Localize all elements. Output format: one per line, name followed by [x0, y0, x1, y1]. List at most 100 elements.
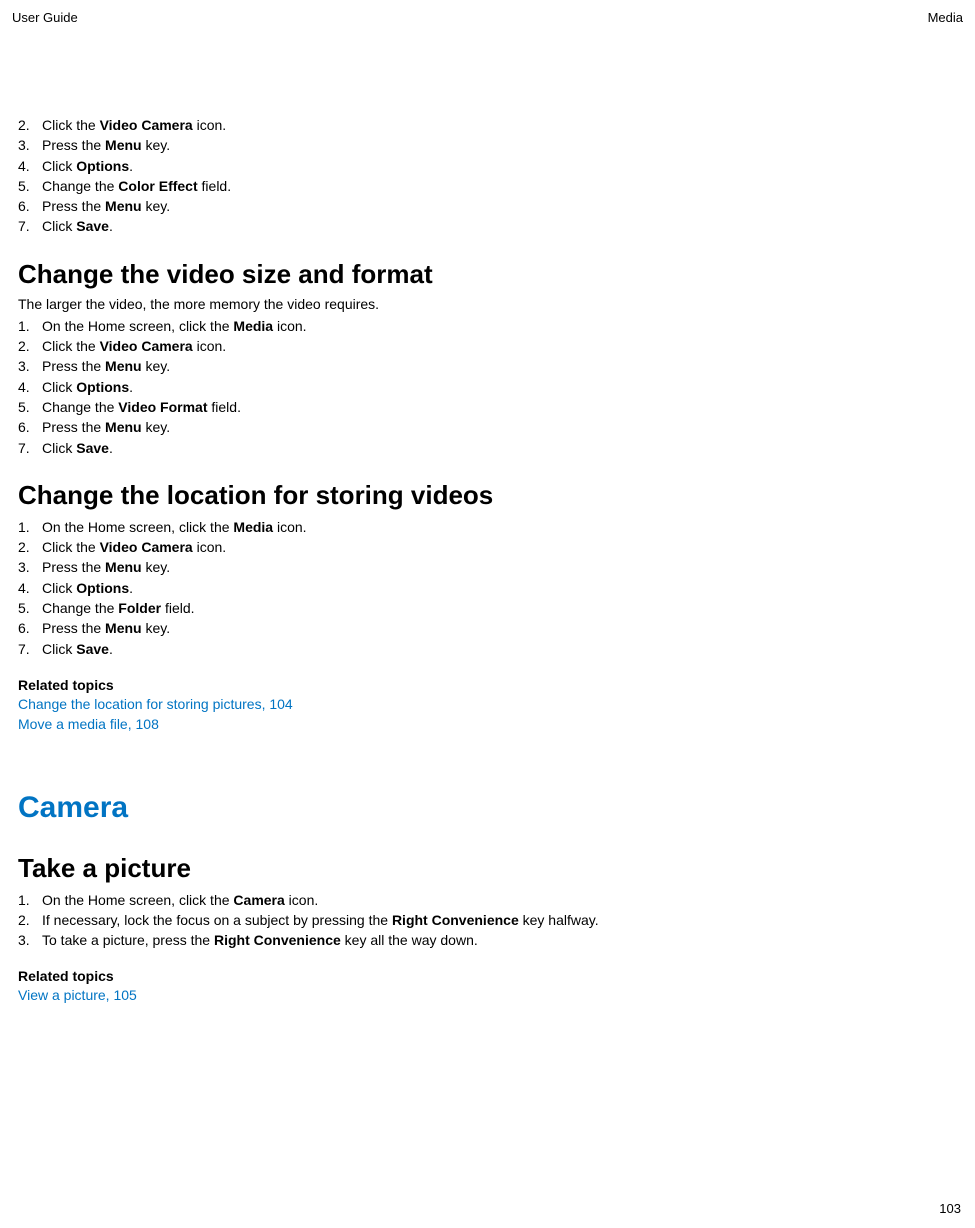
heading-video-size: Change the video size and format — [18, 259, 963, 290]
step-bold-term: Save — [76, 440, 109, 456]
step-bold-term: Options — [76, 580, 129, 596]
step-item: 4.Click Options. — [18, 578, 963, 598]
step-item: 4.Click Options. — [18, 377, 963, 397]
step-text: Click Options. — [42, 377, 963, 397]
step-text: Change the Folder field. — [42, 598, 963, 618]
header-right: Media — [928, 10, 963, 25]
step-bold-term: Options — [76, 379, 129, 395]
step-bold-term: Color Effect — [118, 178, 197, 194]
step-number: 3. — [18, 930, 42, 950]
step-item: 6.Press the Menu key. — [18, 196, 963, 216]
step-number: 1. — [18, 890, 42, 910]
step-bold-term: Menu — [105, 137, 142, 153]
step-number: 4. — [18, 578, 42, 598]
step-item: 2.Click the Video Camera icon. — [18, 336, 963, 356]
step-bold-term: Save — [76, 641, 109, 657]
step-item: 4.Click Options. — [18, 156, 963, 176]
related-topics-heading: Related topics — [18, 677, 963, 693]
step-number: 2. — [18, 115, 42, 135]
step-item: 3.To take a picture, press the Right Con… — [18, 930, 963, 950]
related-topics-heading-2: Related topics — [18, 968, 963, 984]
step-text: Change the Color Effect field. — [42, 176, 963, 196]
step-bold-term: Video Camera — [100, 539, 193, 555]
step-text: Click the Video Camera icon. — [42, 115, 963, 135]
step-bold-term: Save — [76, 218, 109, 234]
steps-list-b: 1.On the Home screen, click the Media ic… — [18, 316, 963, 458]
step-number: 4. — [18, 156, 42, 176]
step-item: 7.Click Save. — [18, 438, 963, 458]
step-number: 2. — [18, 336, 42, 356]
step-item: 3.Press the Menu key. — [18, 356, 963, 376]
step-bold-term: Video Format — [118, 399, 207, 415]
page-number: 103 — [939, 1201, 961, 1216]
step-text: Click Options. — [42, 578, 963, 598]
page-header: User Guide Media — [12, 10, 963, 25]
step-bold-term: Media — [233, 519, 273, 535]
step-text: Change the Video Format field. — [42, 397, 963, 417]
step-item: 3.Press the Menu key. — [18, 135, 963, 155]
step-item: 1.On the Home screen, click the Media ic… — [18, 517, 963, 537]
step-bold-term: Options — [76, 158, 129, 174]
step-item: 6.Press the Menu key. — [18, 618, 963, 638]
step-bold-term: Media — [233, 318, 273, 334]
step-number: 6. — [18, 196, 42, 216]
related-topic-link[interactable]: Move a media file, 108 — [18, 714, 963, 734]
step-item: 2.If necessary, lock the focus on a subj… — [18, 910, 963, 930]
step-number: 3. — [18, 356, 42, 376]
step-number: 2. — [18, 537, 42, 557]
step-number: 1. — [18, 316, 42, 336]
heading-storing-videos: Change the location for storing videos — [18, 480, 963, 511]
step-bold-term: Menu — [105, 198, 142, 214]
step-number: 6. — [18, 618, 42, 638]
step-text: Press the Menu key. — [42, 135, 963, 155]
step-text: Press the Menu key. — [42, 356, 963, 376]
step-item: 5.Change the Folder field. — [18, 598, 963, 618]
step-number: 7. — [18, 438, 42, 458]
step-number: 5. — [18, 397, 42, 417]
step-item: 2.Click the Video Camera icon. — [18, 537, 963, 557]
step-item: 5.Change the Video Format field. — [18, 397, 963, 417]
heading-take-picture: Take a picture — [18, 853, 963, 884]
step-text: Press the Menu key. — [42, 417, 963, 437]
step-number: 1. — [18, 517, 42, 537]
step-text: Click Save. — [42, 438, 963, 458]
steps-list-d: 1.On the Home screen, click the Camera i… — [18, 890, 963, 951]
step-text: Press the Menu key. — [42, 557, 963, 577]
step-item: 6.Press the Menu key. — [18, 417, 963, 437]
step-text: Click Save. — [42, 216, 963, 236]
step-text: On the Home screen, click the Media icon… — [42, 316, 963, 336]
related-topic-link[interactable]: Change the location for storing pictures… — [18, 694, 963, 714]
step-text: On the Home screen, click the Media icon… — [42, 517, 963, 537]
step-number: 7. — [18, 639, 42, 659]
step-text: Click the Video Camera icon. — [42, 537, 963, 557]
step-text: If necessary, lock the focus on a subjec… — [42, 910, 963, 930]
step-bold-term: Right Convenience — [392, 912, 519, 928]
step-text: Click the Video Camera icon. — [42, 336, 963, 356]
step-number: 6. — [18, 417, 42, 437]
step-text: Click Options. — [42, 156, 963, 176]
step-bold-term: Menu — [105, 559, 142, 575]
step-item: 7.Click Save. — [18, 639, 963, 659]
step-number: 7. — [18, 216, 42, 236]
step-bold-term: Video Camera — [100, 117, 193, 133]
step-bold-term: Video Camera — [100, 338, 193, 354]
step-item: 2.Click the Video Camera icon. — [18, 115, 963, 135]
step-bold-term: Menu — [105, 419, 142, 435]
step-number: 2. — [18, 910, 42, 930]
step-bold-term: Menu — [105, 620, 142, 636]
step-bold-term: Menu — [105, 358, 142, 374]
step-bold-term: Right Convenience — [214, 932, 341, 948]
step-bold-term: Folder — [118, 600, 161, 616]
step-number: 3. — [18, 135, 42, 155]
step-number: 5. — [18, 176, 42, 196]
step-item: 1.On the Home screen, click the Camera i… — [18, 890, 963, 910]
step-item: 5.Change the Color Effect field. — [18, 176, 963, 196]
step-text: To take a picture, press the Right Conve… — [42, 930, 963, 950]
step-text: Press the Menu key. — [42, 618, 963, 638]
steps-list-a: 2.Click the Video Camera icon.3.Press th… — [18, 115, 963, 237]
step-number: 3. — [18, 557, 42, 577]
steps-list-c: 1.On the Home screen, click the Media ic… — [18, 517, 963, 659]
related-topic-link[interactable]: View a picture, 105 — [18, 985, 963, 1005]
step-item: 7.Click Save. — [18, 216, 963, 236]
step-text: On the Home screen, click the Camera ico… — [42, 890, 963, 910]
